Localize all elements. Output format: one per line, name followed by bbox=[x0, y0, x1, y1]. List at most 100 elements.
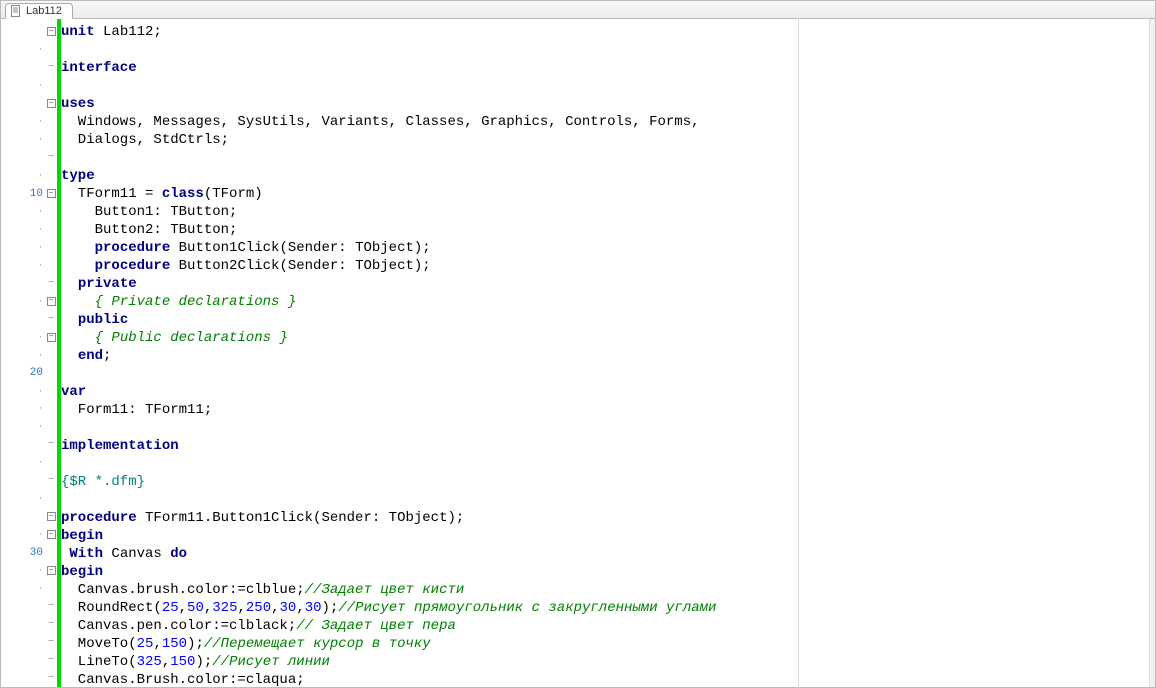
code-line[interactable]: { Public declarations } bbox=[61, 329, 1149, 347]
editor-area: −·−·−··−·10−····−·−−·−·20···−·−·−·−30·−·… bbox=[1, 19, 1155, 687]
token-cmt: //Рисует линии bbox=[212, 654, 330, 670]
code-line[interactable] bbox=[61, 77, 1149, 95]
gutter-row: · bbox=[1, 203, 57, 221]
token-plain: Lab112; bbox=[95, 24, 162, 40]
token-plain: , bbox=[204, 600, 212, 616]
code-line[interactable]: Dialogs, StdCtrls; bbox=[61, 131, 1149, 149]
code-line[interactable]: begin bbox=[61, 527, 1149, 545]
gutter-row: − bbox=[1, 633, 57, 651]
line-dot: · bbox=[13, 297, 43, 306]
code-line[interactable]: procedure Button1Click(Sender: TObject); bbox=[61, 239, 1149, 257]
fold-collapse-icon[interactable]: − bbox=[47, 530, 56, 539]
token-kw: begin bbox=[61, 564, 103, 580]
gutter-row: − bbox=[1, 598, 57, 616]
token-plain: TForm11.Button1Click(Sender: TObject); bbox=[137, 510, 465, 526]
token-plain bbox=[61, 294, 95, 310]
gutter-row: · bbox=[1, 346, 57, 364]
code-line[interactable] bbox=[61, 41, 1149, 59]
token-plain: Button2Click(Sender: TObject); bbox=[170, 258, 430, 274]
gutter-row: ·− bbox=[1, 562, 57, 580]
token-num: 150 bbox=[170, 654, 195, 670]
fold-collapse-icon[interactable]: − bbox=[47, 297, 56, 306]
code-line[interactable]: MoveTo(25,150);//Перемещает курсор в точ… bbox=[61, 635, 1149, 653]
gutter-row: − bbox=[1, 508, 57, 526]
code-line[interactable]: Canvas.Brush.color:=claqua; bbox=[61, 671, 1149, 687]
token-kw: interface bbox=[61, 60, 137, 76]
token-plain: Canvas.brush.color:=clblue; bbox=[61, 582, 305, 598]
gutter-row: · bbox=[1, 382, 57, 400]
gutter-row: − bbox=[1, 274, 57, 292]
code-line[interactable]: LineTo(325,150);//Рисует линии bbox=[61, 653, 1149, 671]
fold-collapse-icon[interactable]: − bbox=[47, 512, 56, 521]
gutter-row: · bbox=[1, 131, 57, 149]
fold-collapse-icon[interactable]: − bbox=[47, 27, 56, 36]
code-line[interactable]: RoundRect(25,50,325,250,30,30);//Рисует … bbox=[61, 599, 1149, 617]
code-line[interactable] bbox=[61, 365, 1149, 383]
file-icon bbox=[10, 5, 22, 17]
token-dir: {$R *.dfm} bbox=[61, 474, 145, 490]
line-number: 30 bbox=[13, 547, 43, 559]
code-line[interactable]: private bbox=[61, 275, 1149, 293]
fold-collapse-icon[interactable]: − bbox=[47, 99, 56, 108]
fold-collapse-icon[interactable]: − bbox=[47, 189, 56, 198]
tab-bar: Lab112 bbox=[1, 1, 1155, 19]
code-line[interactable] bbox=[61, 455, 1149, 473]
gutter-row: ·− bbox=[1, 292, 57, 310]
code-line[interactable]: Button2: TButton; bbox=[61, 221, 1149, 239]
token-plain: , bbox=[153, 636, 161, 652]
code-line[interactable] bbox=[61, 419, 1149, 437]
code-line[interactable]: interface bbox=[61, 59, 1149, 77]
token-plain bbox=[61, 348, 78, 364]
token-num: 325 bbox=[212, 600, 237, 616]
token-plain bbox=[61, 240, 95, 256]
code-line[interactable]: procedure TForm11.Button1Click(Sender: T… bbox=[61, 509, 1149, 527]
code-line[interactable]: TForm11 = class(TForm) bbox=[61, 185, 1149, 203]
token-kw: uses bbox=[61, 96, 95, 112]
code-line[interactable]: Canvas.brush.color:=clblue;//Задает цвет… bbox=[61, 581, 1149, 599]
gutter-row: ·− bbox=[1, 526, 57, 544]
token-kw: procedure bbox=[95, 240, 171, 256]
code-area[interactable]: unit Lab112; interface uses Windows, Messa… bbox=[61, 19, 1149, 687]
code-line[interactable]: {$R *.dfm} bbox=[61, 473, 1149, 491]
token-kw: begin bbox=[61, 528, 103, 544]
token-cmt: { Private declarations } bbox=[95, 294, 297, 310]
code-line[interactable]: Windows, Messages, SysUtils, Variants, C… bbox=[61, 113, 1149, 131]
line-dot: · bbox=[13, 333, 43, 342]
code-line[interactable]: procedure Button2Click(Sender: TObject); bbox=[61, 257, 1149, 275]
token-plain: Canvas.pen.color:=clblack; bbox=[61, 618, 296, 634]
line-dot: · bbox=[13, 207, 43, 216]
gutter-row: · bbox=[1, 167, 57, 185]
code-line[interactable] bbox=[61, 491, 1149, 509]
token-plain: TForm11 = bbox=[61, 186, 162, 202]
code-line[interactable]: With Canvas do bbox=[61, 545, 1149, 563]
fold-collapse-icon[interactable]: − bbox=[47, 333, 56, 342]
line-dot: · bbox=[13, 351, 43, 360]
code-line[interactable]: uses bbox=[61, 95, 1149, 113]
code-line[interactable]: Form11: TForm11; bbox=[61, 401, 1149, 419]
code-line[interactable]: Button1: TButton; bbox=[61, 203, 1149, 221]
code-line[interactable]: begin bbox=[61, 563, 1149, 581]
token-plain: RoundRect( bbox=[61, 600, 162, 616]
code-line[interactable]: type bbox=[61, 167, 1149, 185]
code-line[interactable]: unit Lab112; bbox=[61, 23, 1149, 41]
gutter-row: − bbox=[1, 436, 57, 454]
gutter-row: · bbox=[1, 454, 57, 472]
code-line[interactable]: implementation bbox=[61, 437, 1149, 455]
token-cmt: //Задает цвет кисти bbox=[305, 582, 465, 598]
code-line[interactable]: public bbox=[61, 311, 1149, 329]
code-line[interactable]: { Private declarations } bbox=[61, 293, 1149, 311]
fold-collapse-icon[interactable]: − bbox=[47, 566, 56, 575]
gutter-row: · bbox=[1, 77, 57, 95]
line-number: 10 bbox=[13, 188, 43, 200]
token-kw: public bbox=[78, 312, 128, 328]
code-line[interactable]: end; bbox=[61, 347, 1149, 365]
token-plain: LineTo( bbox=[61, 654, 137, 670]
code-line[interactable]: Canvas.pen.color:=clblack;// Задает цвет… bbox=[61, 617, 1149, 635]
gutter-row: − bbox=[1, 59, 57, 77]
line-dot: · bbox=[13, 422, 43, 431]
tab-lab112[interactable]: Lab112 bbox=[5, 3, 73, 19]
code-line[interactable] bbox=[61, 149, 1149, 167]
token-plain: , bbox=[179, 600, 187, 616]
vertical-scrollbar[interactable] bbox=[1149, 19, 1155, 687]
code-line[interactable]: var bbox=[61, 383, 1149, 401]
